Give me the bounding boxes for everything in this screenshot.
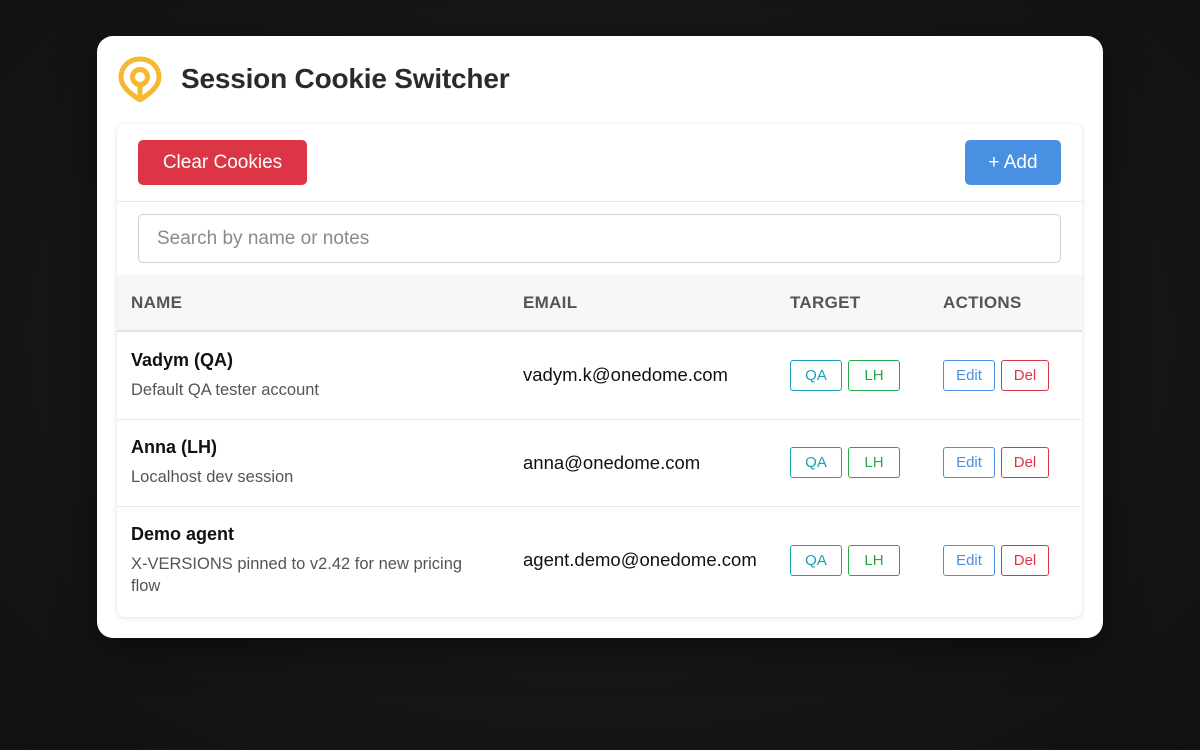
session-email: agent.demo@onedome.com xyxy=(523,549,757,571)
column-header-target: TARGET xyxy=(776,275,929,332)
session-name: Demo agent xyxy=(131,523,235,544)
target-qa-button[interactable]: QA xyxy=(790,359,842,391)
delete-button[interactable]: Del xyxy=(1001,544,1049,576)
session-email: vadym.k@onedome.com xyxy=(523,364,728,386)
sessions-panel: Clear Cookies + Add NAME EMAIL TARGET AC… xyxy=(117,124,1082,617)
delete-button[interactable]: Del xyxy=(1001,359,1049,391)
target-lh-button[interactable]: LH xyxy=(848,544,900,576)
search-bar xyxy=(117,202,1082,275)
edit-button[interactable]: Edit xyxy=(943,359,995,391)
table-row: Vadym (QA) Default QA tester account vad… xyxy=(117,331,1082,420)
target-qa-button[interactable]: QA xyxy=(790,544,842,576)
app-title: Session Cookie Switcher xyxy=(181,63,510,94)
edit-button[interactable]: Edit xyxy=(943,544,995,576)
target-cell: QA LH xyxy=(776,506,929,614)
target-lh-button[interactable]: LH xyxy=(848,447,900,478)
email-cell: vadym.k@onedome.com xyxy=(509,331,776,420)
session-note: Localhost dev session xyxy=(131,468,294,486)
column-header-name: NAME xyxy=(117,275,509,332)
column-header-actions: ACTIONS xyxy=(929,275,1082,332)
name-cell: Demo agent X-VERSIONS pinned to v2.42 fo… xyxy=(117,506,509,614)
sessions-table: NAME EMAIL TARGET ACTIONS Vadym (QA) Def… xyxy=(117,275,1082,614)
target-cell: QA LH xyxy=(776,419,929,507)
delete-button[interactable]: Del xyxy=(1001,447,1049,478)
session-name: Vadym (QA) xyxy=(131,349,234,370)
actions-cell: Edit Del xyxy=(929,506,1082,614)
name-cell: Anna (LH) Localhost dev session xyxy=(117,419,509,507)
app-header: Session Cookie Switcher xyxy=(117,56,817,102)
search-input[interactable] xyxy=(138,214,1061,263)
table-row: Demo agent X-VERSIONS pinned to v2.42 fo… xyxy=(117,506,1082,614)
clear-cookies-button[interactable]: Clear Cookies xyxy=(138,140,307,185)
popup-window: Session Cookie Switcher Clear Cookies + … xyxy=(97,36,1103,638)
table-header-row: NAME EMAIL TARGET ACTIONS xyxy=(117,275,1082,332)
actions-cell: Edit Del xyxy=(929,331,1082,420)
session-note: Default QA tester account xyxy=(131,380,320,399)
session-note: X-VERSIONS pinned to v2.42 for new prici… xyxy=(131,554,463,595)
edit-button[interactable]: Edit xyxy=(943,447,995,478)
target-cell: QA LH xyxy=(776,331,929,420)
session-name: Anna (LH) xyxy=(131,437,217,457)
actions-cell: Edit Del xyxy=(929,419,1082,507)
table-row: Anna (LH) Localhost dev session anna@one… xyxy=(117,419,1082,507)
email-cell: anna@onedome.com xyxy=(509,419,776,507)
email-cell: agent.demo@onedome.com xyxy=(509,506,776,614)
column-header-email: EMAIL xyxy=(509,275,776,332)
location-pin-icon xyxy=(118,56,162,102)
name-cell: Vadym (QA) Default QA tester account xyxy=(117,331,509,420)
target-qa-button[interactable]: QA xyxy=(790,447,842,478)
session-email: anna@onedome.com xyxy=(523,451,701,473)
target-lh-button[interactable]: LH xyxy=(848,359,900,391)
toolbar: Clear Cookies + Add xyxy=(117,124,1082,202)
add-session-button[interactable]: + Add xyxy=(965,140,1061,185)
